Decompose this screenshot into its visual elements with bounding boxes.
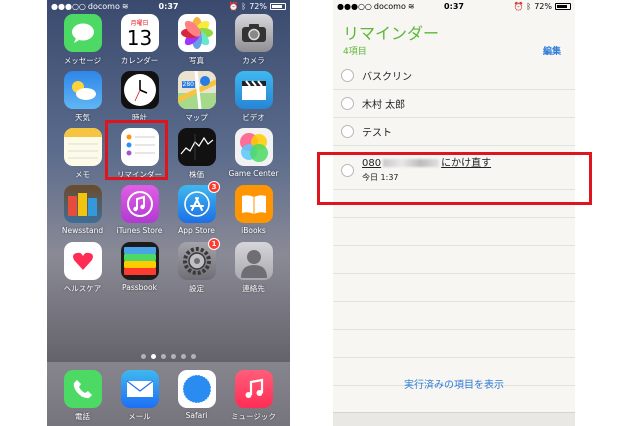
app-ibooks[interactable]: iBooks: [226, 185, 281, 242]
dock: 電話 メール Safari ミュージック: [47, 362, 290, 426]
route-shield: 280: [181, 81, 195, 88]
app-health[interactable]: ヘルスケア: [55, 242, 110, 299]
app-grid: メッセージ 月曜日 13 カレンダー 写真 カメラ 天気 時計 280 マップ …: [55, 14, 282, 299]
dock-music[interactable]: ミュージック: [226, 370, 281, 426]
app-weather[interactable]: 天気: [55, 71, 110, 128]
page-indicator[interactable]: [47, 354, 290, 359]
empty-row[interactable]: [333, 330, 575, 358]
dock-phone[interactable]: 電話: [55, 370, 110, 426]
reminder-item-highlight: [317, 152, 592, 205]
reminders-app-highlight: [105, 120, 168, 180]
camera-icon: [234, 14, 273, 52]
battery-icon: [270, 2, 286, 10]
weather-icon: [63, 71, 102, 109]
status-bar: ●●●○○ docomo ≋ 0:37 ⏰ ᛒ 72%: [47, 0, 290, 12]
complete-checkbox[interactable]: [341, 69, 354, 82]
reminder-item[interactable]: バスクリン: [333, 62, 575, 90]
status-bar: ●●●○○ docomo ≋ 0:37 ⏰ ᛒ 72%: [333, 0, 575, 12]
empty-row[interactable]: [333, 246, 575, 274]
app-newsstand[interactable]: Newsstand: [55, 185, 110, 242]
app-camera[interactable]: カメラ: [226, 14, 281, 71]
game-center-icon: [234, 128, 273, 166]
maps-icon: 280: [177, 71, 216, 109]
app-game-center[interactable]: Game Center: [226, 128, 281, 185]
reminders-screen: ●●●○○ docomo ≋ 0:37 ⏰ ᛒ 72% リマインダー 4項目 編…: [333, 0, 575, 426]
home-screen: ●●●○○ docomo ≋ 0:37 ⏰ ᛒ 72% メッセージ 月曜日 13…: [47, 0, 290, 426]
app-passbook[interactable]: Passbook: [112, 242, 167, 299]
calendar-icon: 月曜日 13: [120, 14, 159, 52]
reminder-text: テスト: [362, 128, 392, 139]
reminder-list: バスクリン 木村 太郎 テスト 080 にかけ直す 今日 1:37: [333, 62, 575, 386]
reminder-text: 木村 太郎: [362, 100, 406, 111]
item-count: 4項目: [343, 47, 367, 57]
status-time: 0:37: [444, 1, 464, 11]
mail-icon: [120, 370, 159, 408]
reminder-item[interactable]: 木村 太郎: [333, 90, 575, 118]
list-title: リマインダー: [343, 24, 440, 43]
passbook-icon: [120, 242, 159, 280]
photos-icon: [177, 14, 216, 52]
page-dot: [191, 354, 196, 359]
app-photos[interactable]: 写真: [169, 14, 224, 71]
app-itunes-store[interactable]: iTunes Store: [112, 185, 167, 242]
page-dot: [181, 354, 186, 359]
app-app-store[interactable]: 3 App Store: [169, 181, 224, 242]
music-icon: [234, 370, 273, 408]
battery-icon: [555, 2, 571, 10]
page-dot: [171, 354, 176, 359]
status-time: 0:37: [158, 1, 179, 11]
contacts-icon: [234, 242, 273, 280]
reminder-text: バスクリン: [362, 72, 412, 83]
app-notes[interactable]: メモ: [55, 128, 110, 185]
app-contacts[interactable]: 連絡先: [226, 242, 281, 299]
dock-safari[interactable]: Safari: [169, 370, 224, 426]
page-dot-active: [151, 354, 156, 359]
app-stocks[interactable]: 株価: [169, 128, 224, 185]
show-completed-link[interactable]: 実行済みの項目を表示: [333, 376, 575, 391]
list-stack-edge: [333, 412, 575, 426]
empty-row[interactable]: [333, 302, 575, 330]
newsstand-icon: [63, 185, 102, 223]
app-messages[interactable]: メッセージ: [55, 14, 110, 71]
safari-icon: [177, 370, 216, 408]
dock-mail[interactable]: メール: [112, 370, 167, 426]
clock-icon: [120, 71, 159, 109]
phone-icon: [63, 370, 102, 408]
messages-icon: [63, 14, 102, 52]
videos-icon: [234, 71, 273, 109]
empty-row[interactable]: [333, 274, 575, 302]
complete-checkbox[interactable]: [341, 125, 354, 138]
reminder-item[interactable]: テスト: [333, 118, 575, 146]
complete-checkbox[interactable]: [341, 97, 354, 110]
app-settings[interactable]: 1 設定: [169, 238, 224, 299]
settings-badge: 1: [208, 238, 220, 250]
itunes-store-icon: [120, 185, 159, 223]
ibooks-icon: [234, 185, 273, 223]
stocks-icon: [177, 128, 216, 166]
empty-row[interactable]: [333, 218, 575, 246]
notes-icon: [63, 128, 102, 166]
app-calendar[interactable]: 月曜日 13 カレンダー: [112, 14, 167, 71]
page-dot: [141, 354, 146, 359]
app-store-badge: 3: [208, 181, 220, 193]
page-dot: [161, 354, 166, 359]
health-icon: [63, 242, 102, 280]
app-maps[interactable]: 280 マップ: [169, 71, 224, 128]
edit-button[interactable]: 編集: [543, 44, 561, 57]
app-videos[interactable]: ビデオ: [226, 71, 281, 128]
